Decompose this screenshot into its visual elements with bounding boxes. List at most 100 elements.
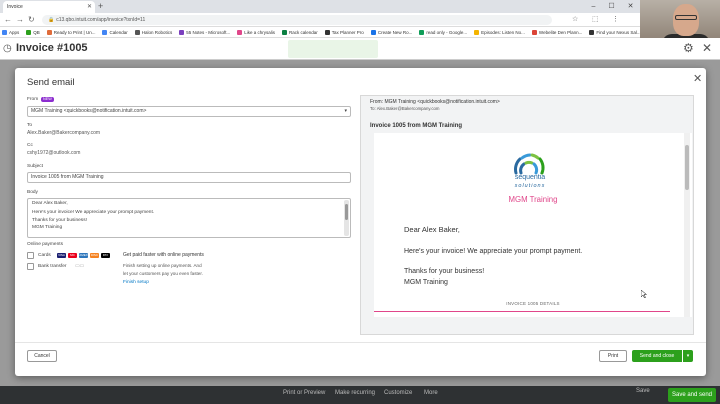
bookmark-item[interactable]: Episodes: Listen No... [474, 29, 525, 35]
bookmark-label: Webelite Den Plann... [538, 29, 583, 35]
save-button[interactable]: Save [636, 388, 650, 394]
bookmark-item[interactable]: Find your Nexus Sal... [589, 29, 640, 35]
bookmark-label: read only - Google... [426, 29, 468, 35]
promo-description-line: let your customers pay you even faster. [123, 271, 203, 276]
logo-wordmark: sequentia [514, 174, 546, 181]
tab-title: Invoice [7, 4, 23, 10]
new-badge: NEW [41, 97, 54, 102]
bookmark-label: Apps [9, 29, 20, 35]
qb-header-banner [288, 40, 378, 58]
bookmark-favicon-icon [531, 29, 537, 35]
more-link[interactable]: More [424, 390, 438, 396]
star-icon[interactable]: ☆ [572, 15, 578, 25]
settings-gear-icon[interactable]: ⚙ [683, 41, 694, 55]
preview-from: From: MGM Training <quickbooks@notificat… [370, 99, 500, 105]
customize-link[interactable]: Customize [384, 390, 412, 396]
recent-history-icon[interactable]: ◷ [3, 43, 12, 54]
preview-body-line: MGM Training [404, 279, 448, 286]
to-label: To [27, 123, 33, 128]
from-select-value: MGM Training <quickbooks@notification.in… [31, 108, 147, 114]
forward-icon[interactable]: → [16, 14, 24, 26]
url-input[interactable]: 🔒 c13.qbo.intuit.com/app/invoice?txnId=11 [42, 15, 552, 25]
tab-close-icon[interactable]: ✕ [87, 1, 92, 13]
bookmark-favicon-icon [134, 29, 140, 35]
menu-icon[interactable]: ⋮ [612, 15, 619, 25]
bank-transfer-checkbox[interactable] [27, 263, 34, 270]
bookmark-item[interactable]: Webelite Den Plann... [531, 29, 583, 35]
cards-checkbox[interactable] [27, 252, 34, 259]
qb-header: ◷ Invoice #1005 ⚙ ✕ [0, 38, 720, 60]
browser-tab[interactable]: Invoice ✕ [3, 1, 95, 13]
bookmark-favicon-icon [419, 29, 425, 35]
lock-icon: 🔒 [48, 17, 55, 23]
card-brand-logo: DISC [90, 253, 99, 258]
email-preview-pane: From: MGM Training <quickbooks@notificat… [360, 95, 694, 335]
card-brand-logo: MC [68, 253, 77, 258]
bookmark-favicon-icon [102, 29, 108, 35]
qb-footer: Print or Preview Make recurring Customiz… [0, 386, 720, 404]
to-field[interactable]: Alex.Baker@Bakercompany.com [27, 130, 100, 136]
online-payments-label: Online payments [27, 242, 63, 247]
cancel-button[interactable]: Cancel [27, 350, 57, 362]
bookmark-item[interactable]: Halon Robotics [134, 29, 172, 35]
back-icon[interactable]: ← [4, 14, 12, 26]
send-options-chevron-icon[interactable]: ▾ [683, 350, 693, 362]
minimize-icon[interactable]: – [591, 0, 595, 13]
invoice-close-icon[interactable]: ✕ [702, 41, 712, 55]
bookmark-favicon-icon [26, 29, 32, 35]
bookmark-item[interactable]: 55 Notes - Microsoft... [179, 29, 231, 35]
card-brand-logo: VISA [57, 253, 66, 258]
address-bar: ← → ↻ 🔒 c13.qbo.intuit.com/app/invoice?tx… [0, 13, 640, 27]
subject-input[interactable]: Invoice 1005 from MGM Training [27, 172, 351, 183]
from-select[interactable]: MGM Training <quickbooks@notification.in… [27, 106, 351, 117]
bookmarks-bar: Apps QB Ready to Print | Un... Calendar Halo… [0, 27, 640, 38]
invoice-details-heading: INVOICE 1005 DETAILS [506, 301, 560, 306]
reload-icon[interactable]: ↻ [28, 14, 35, 26]
invoice-title: Invoice #1005 [16, 42, 88, 54]
extension-icon[interactable]: ⬚ [592, 15, 599, 25]
bookmark-item[interactable]: Like a chrysalis [237, 29, 276, 35]
promo-title: Get paid faster with online payments [123, 252, 204, 258]
bookmark-label: 55 Notes - Microsoft... [186, 29, 231, 35]
body-scrollbar[interactable] [344, 200, 349, 236]
bookmark-favicon-icon [282, 29, 288, 35]
body-textarea[interactable]: Dear Alex Baker, Here's your invoice! We… [27, 198, 351, 238]
bookmark-label: Like a chrysalis [244, 29, 276, 35]
body-label: Body [27, 190, 38, 195]
bookmark-label: Ready to Print | Un... [53, 29, 96, 35]
bookmark-item[interactable]: Rack calendar [282, 29, 318, 35]
new-tab-icon[interactable]: + [98, 0, 103, 12]
bookmark-item[interactable]: Tax Planner Pro [324, 29, 364, 35]
save-and-send-button[interactable]: Save and send [668, 388, 716, 402]
bookmark-label: QB [33, 29, 40, 35]
make-recurring-link[interactable]: Make recurring [335, 390, 375, 396]
cc-field[interactable]: cshy1972@outlook.com [27, 150, 80, 156]
maximize-icon[interactable]: ☐ [608, 0, 614, 13]
print-button[interactable]: Print [599, 350, 627, 362]
bookmark-favicon-icon [474, 29, 480, 35]
mouse-cursor-icon [641, 290, 647, 298]
bookmark-label: Calendar [109, 29, 128, 35]
bookmark-item[interactable]: read only - Google... [419, 29, 468, 35]
finish-setup-link[interactable]: Finish setup [123, 280, 149, 285]
print-preview-link[interactable]: Print or Preview [283, 390, 325, 396]
cc-label: Cc [27, 143, 33, 148]
body-line: MGM Training [32, 224, 63, 230]
dialog-close-icon[interactable]: ✕ [693, 72, 702, 85]
subject-label: Subject [27, 164, 43, 169]
url-text: c13.qbo.intuit.com/app/invoice?txnId=11 [56, 17, 146, 23]
bookmark-item[interactable]: Ready to Print | Un... [46, 29, 96, 35]
company-logo-icon [514, 153, 545, 175]
bookmark-item[interactable]: Calendar [102, 29, 128, 35]
dialog-title: Send email [27, 77, 75, 88]
bookmark-favicon-icon [179, 29, 185, 35]
bookmark-label: Rack calendar [289, 29, 318, 35]
preview-scrollbar[interactable] [684, 133, 690, 317]
bookmark-item[interactable]: Apps [2, 29, 20, 35]
bookmark-item[interactable]: Create New Ro... [370, 29, 412, 35]
bookmark-item[interactable]: QB [26, 29, 40, 35]
window-close-icon[interactable]: ✕ [628, 0, 634, 13]
divider [374, 311, 670, 312]
bookmark-favicon-icon [589, 29, 595, 35]
send-and-close-button[interactable]: Send and close [632, 350, 682, 362]
